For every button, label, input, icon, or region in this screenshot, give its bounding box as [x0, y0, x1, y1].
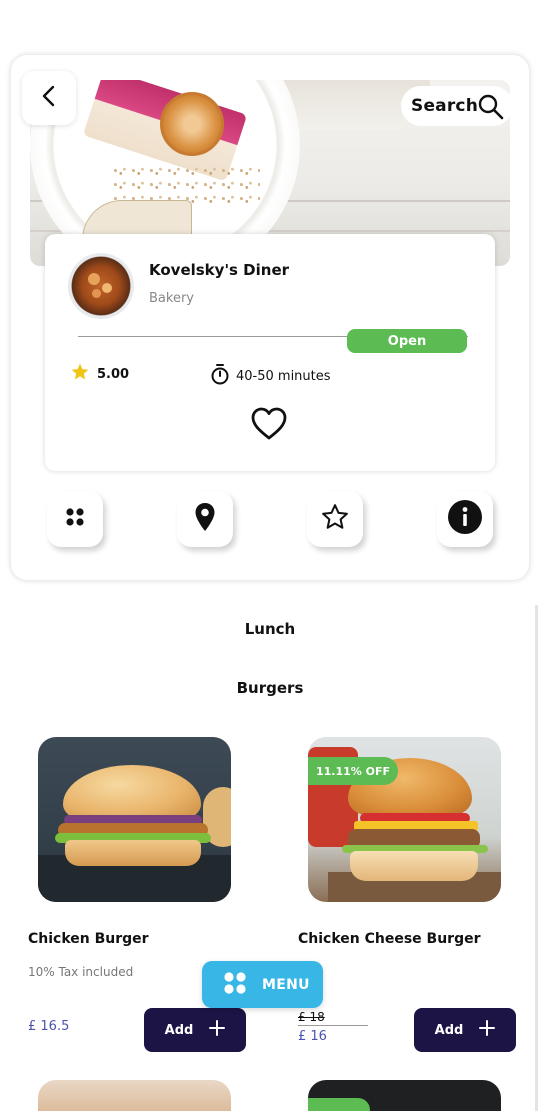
- add-label: Add: [434, 1022, 464, 1038]
- product-image-next[interactable]: [38, 1080, 231, 1111]
- delivery-time-value: 40-50 minutes: [236, 368, 331, 384]
- product-price: £ 16.5: [28, 1019, 70, 1034]
- restaurant-category: Bakery: [149, 291, 194, 306]
- tab-info[interactable]: [437, 491, 493, 547]
- banner-dried-orange: [160, 92, 224, 156]
- delivery-time: 40-50 minutes: [210, 363, 331, 389]
- avatar-food-detail: [92, 289, 101, 298]
- discount-badge: 11.11% OFF: [308, 757, 399, 785]
- heart-icon: [250, 407, 288, 446]
- menu-fab-button[interactable]: MENU: [202, 961, 323, 1008]
- rating: 5.00: [70, 362, 129, 386]
- price-divider: [298, 1025, 368, 1026]
- banner-crumbs: [110, 165, 260, 205]
- tab-location[interactable]: [177, 491, 233, 547]
- product-note: 10% Tax included: [28, 965, 134, 979]
- back-button[interactable]: [22, 71, 76, 125]
- avatar-food-detail: [88, 273, 100, 285]
- menu-section-title: Lunch: [244, 620, 296, 638]
- restaurant-name: Kovelsky's Diner: [149, 261, 290, 279]
- grid-icon: [64, 506, 86, 532]
- plus-icon: [479, 1020, 496, 1040]
- product-image-next[interactable]: [308, 1080, 501, 1111]
- star-icon: [70, 362, 90, 386]
- location-pin-icon: [194, 502, 216, 536]
- product-image-chicken-burger[interactable]: [38, 737, 231, 902]
- plus-icon: [209, 1020, 226, 1040]
- menu-fab-label: MENU: [262, 976, 310, 993]
- discount-badge-peek: [308, 1098, 370, 1111]
- grid-icon: [222, 970, 248, 1000]
- restaurant-avatar: [68, 253, 134, 319]
- product-name: Chicken Burger: [28, 931, 149, 947]
- bun-bottom: [350, 851, 478, 881]
- add-to-cart-button[interactable]: Add: [144, 1008, 246, 1052]
- favorite-button[interactable]: [250, 406, 288, 446]
- product-old-price: £ 18: [298, 1010, 325, 1024]
- add-label: Add: [164, 1022, 194, 1038]
- chevron-left-icon: [39, 84, 59, 112]
- avatar-food-detail: [102, 283, 112, 293]
- stopwatch-icon: [210, 363, 230, 389]
- search-button[interactable]: Search: [401, 86, 513, 126]
- add-to-cart-button[interactable]: Add: [414, 1008, 516, 1052]
- status-badge: Open: [347, 329, 467, 353]
- tab-reviews[interactable]: [307, 491, 363, 547]
- rating-value: 5.00: [97, 366, 130, 382]
- product-name: Chicken Cheese Burger: [298, 931, 481, 947]
- info-icon: [447, 499, 483, 539]
- tab-menu[interactable]: [47, 491, 103, 547]
- bun-bottom: [65, 840, 201, 866]
- search-label: Search: [411, 96, 479, 116]
- product-price: £ 16: [298, 1029, 327, 1044]
- star-outline-icon: [320, 502, 350, 536]
- bun-top: [63, 765, 201, 821]
- category-title: Burgers: [236, 679, 304, 697]
